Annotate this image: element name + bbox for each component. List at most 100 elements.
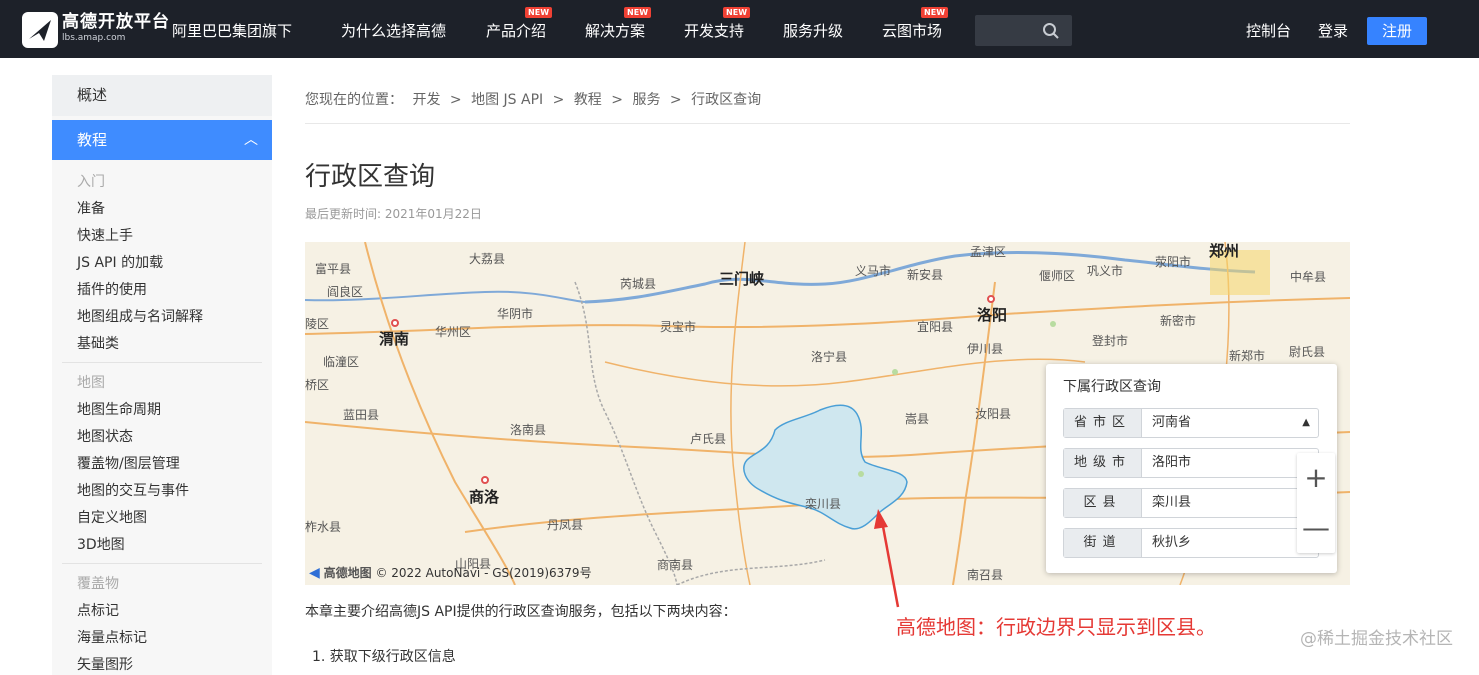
sidebar-link[interactable]: 矢量图形 <box>77 656 133 674</box>
field-label: 地级市 <box>1064 449 1142 477</box>
sidebar-link[interactable]: 自定义地图 <box>77 509 147 527</box>
sidebar: 概述 教程 ︿ 入门 准备 快速上手 JS API 的加载 插件的使用 地图组成… <box>52 75 272 675</box>
field-value: 洛阳市 <box>1152 455 1192 470</box>
chevron-up-icon: ︿ <box>244 132 258 148</box>
new-badge: NEW <box>624 7 652 18</box>
map-label: 宜阳县 <box>917 320 954 334</box>
sidebar-link[interactable]: 快速上手 <box>77 227 133 245</box>
province-select[interactable]: 省市区 河南省 ▲ <box>1063 408 1319 438</box>
map-label: 阎良区 <box>327 285 364 299</box>
sidebar-link[interactable]: 地图生命周期 <box>77 401 161 419</box>
sidebar-link[interactable]: 点标记 <box>77 602 119 620</box>
nav-why-amap[interactable]: 为什么选择高德 <box>341 20 446 42</box>
breadcrumb-prefix: 您现在的位置： <box>305 92 403 108</box>
map-label: 嵩县 <box>905 412 930 426</box>
sidebar-link[interactable]: 插件的使用 <box>77 281 147 299</box>
sidebar-item-tutorial[interactable]: 教程 ︿ <box>52 120 272 160</box>
sidebar-link[interactable]: 地图状态 <box>77 428 133 446</box>
watermark: @稀土掘金技术社区 <box>1300 629 1453 649</box>
map-label: 新安县 <box>907 268 944 282</box>
zoom-out-button[interactable]: — <box>1297 503 1335 553</box>
nav-label: 产品介绍 <box>486 22 547 40</box>
map-label: 孟津区 <box>970 245 1007 259</box>
nav-label: 为什么选择高德 <box>341 22 447 40</box>
map-label: 登封市 <box>1092 334 1129 348</box>
map-label: 临潼区 <box>323 355 360 369</box>
zoom-in-button[interactable]: + <box>1297 453 1335 503</box>
sidebar-item-overview[interactable]: 概述 <box>52 75 272 116</box>
breadcrumb-current[interactable]: 行政区查询 <box>691 92 761 108</box>
map-label: 灵宝市 <box>660 320 697 334</box>
breadcrumb-link[interactable]: 地图 JS API <box>471 92 543 108</box>
map-label: 洛南县 <box>510 423 547 437</box>
annotation-arrow-icon <box>874 509 900 608</box>
sidebar-link[interactable]: 覆盖物/图层管理 <box>77 455 180 473</box>
district-select[interactable]: 区县 栾川县 <box>1063 488 1319 518</box>
map-label: 华州区 <box>435 325 472 339</box>
field-label: 省市区 <box>1064 409 1142 437</box>
copyright-text: © 2022 AutoNavi - GS(2019)6379号 <box>375 566 592 580</box>
map-copyright: ◀ 高德地图 © 2022 AutoNavi - GS(2019)6379号 <box>309 565 592 581</box>
map-label: 汝阳县 <box>975 407 1012 421</box>
new-badge: NEW <box>723 7 751 18</box>
copyright-brand: 高德地图 <box>323 566 372 580</box>
sidebar-link[interactable]: JS API 的加载 <box>77 254 163 272</box>
street-select[interactable]: 街道 秋扒乡 <box>1063 528 1319 558</box>
amap-logo-icon[interactable] <box>22 12 58 48</box>
zoom-control: + — <box>1297 453 1335 553</box>
city-marker <box>391 319 399 327</box>
sidebar-section-title: 覆盖物 <box>77 576 119 592</box>
city-marker <box>481 476 489 484</box>
nav-dev-support[interactable]: 开发支持 NEW <box>684 7 751 42</box>
map-label: 洛宁县 <box>811 350 848 364</box>
new-badge: NEW <box>525 7 553 18</box>
nav-label: 云图市场 <box>882 22 943 40</box>
nav-label: 解决方案 <box>585 22 646 40</box>
annotation-text: 高德地图：行政边界只显示到区县。 <box>896 615 1216 639</box>
map-label: 三门峡 <box>719 270 765 288</box>
map-label: 卢氏县 <box>690 432 727 446</box>
nav-label: 开发支持 <box>684 22 745 40</box>
field-value: 秋扒乡 <box>1152 535 1192 550</box>
map-label: 蓝田县 <box>343 408 380 422</box>
register-button[interactable]: 注册 <box>1367 17 1427 45</box>
nav-service-upgrade[interactable]: 服务升级 <box>783 20 843 42</box>
map-label: 洛阳 <box>977 306 1008 324</box>
sidebar-link[interactable]: 基础类 <box>77 335 119 353</box>
brand-subtitle: lbs.amap.com <box>62 33 126 43</box>
console-link[interactable]: 控制台 <box>1246 20 1291 42</box>
search-icon[interactable] <box>1042 22 1060 40</box>
map-label: 中牟县 <box>1290 270 1327 284</box>
page-title: 行政区查询 <box>305 162 436 192</box>
nav-cloud-market[interactable]: 云图市场 NEW <box>882 7 949 42</box>
breadcrumb-link[interactable]: 教程 <box>574 92 602 108</box>
brand[interactable]: 高德开放平台 lbs.amap.com <box>62 12 170 44</box>
sidebar-link[interactable]: 3D地图 <box>77 536 125 554</box>
map-label: 商南县 <box>657 558 694 572</box>
map-label: 大荔县 <box>469 252 506 266</box>
breadcrumb-link[interactable]: 开发 <box>412 92 440 108</box>
nav-solutions[interactable]: 解决方案 NEW <box>585 7 652 42</box>
map-label: 商洛 <box>469 488 500 506</box>
nav-label: 服务升级 <box>783 22 844 40</box>
sidebar-link[interactable]: 地图组成与名词解释 <box>77 308 203 326</box>
district-query-panel: 下属行政区查询 省市区 河南省 ▲ 地级市 洛阳市 区县 栾川县 街道 秋扒乡 <box>1046 364 1337 573</box>
map-label: 义马市 <box>855 264 892 278</box>
map-label: 荥阳市 <box>1155 255 1192 269</box>
nav-products[interactable]: 产品介绍 NEW <box>486 7 553 42</box>
alibaba-group-link[interactable]: 阿里巴巴集团旗下 <box>172 20 292 42</box>
search-input[interactable] <box>975 15 1072 46</box>
sidebar-link[interactable]: 海量点标记 <box>77 629 147 647</box>
breadcrumb-link[interactable]: 服务 <box>632 92 660 108</box>
sidebar-section-title: 入门 <box>77 174 105 190</box>
login-link[interactable]: 登录 <box>1318 20 1348 42</box>
map-view[interactable]: 大荔县 富平县 阎良区 芮城县 三门峡 义马市 新安县 孟津区 偃师区 巩义市 … <box>305 242 1350 585</box>
sidebar-link[interactable]: 准备 <box>77 200 105 218</box>
field-label: 街道 <box>1064 529 1142 557</box>
breadcrumb: 您现在的位置： 开发 > 地图 JS API > 教程 > 服务 > 行政区查询 <box>305 90 766 110</box>
sidebar-link[interactable]: 地图的交互与事件 <box>77 482 189 500</box>
city-select[interactable]: 地级市 洛阳市 <box>1063 448 1319 478</box>
map-label: 芮城县 <box>620 277 657 291</box>
map-label: 栾川县 <box>805 497 842 511</box>
top-navbar: 高德开放平台 lbs.amap.com 阿里巴巴集团旗下 为什么选择高德 产品介… <box>0 0 1479 58</box>
